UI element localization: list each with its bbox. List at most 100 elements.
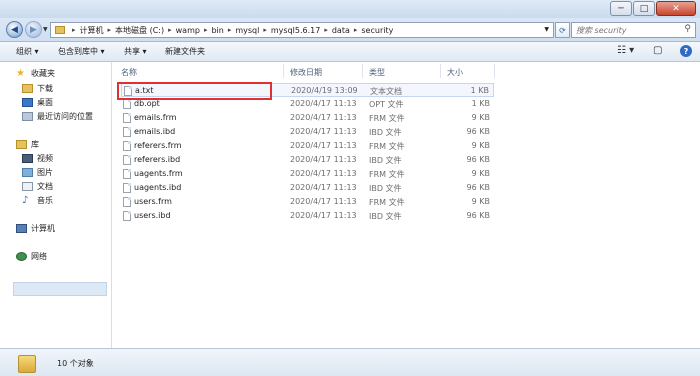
column-header-type[interactable]: 类型 (369, 67, 385, 78)
file-size: 96 KB (466, 155, 490, 164)
file-type: IBD 文件 (369, 184, 402, 193)
nav-pictures[interactable]: 图片 (22, 167, 53, 178)
command-bar: 组织 ▾ 包含到库中 ▾ 共享 ▾ 新建文件夹 ☷ ▾ ▢ ? (0, 42, 700, 62)
file-name: uagents.ibd (134, 183, 182, 192)
file-row[interactable]: referers.frm 2020/4/17 11:13 FRM 文件 9 KB (121, 139, 494, 153)
nav-label: 收藏夹 (31, 69, 55, 78)
column-header-date[interactable]: 修改日期 (290, 67, 322, 78)
address-row: ◀ ▶ ▼ ▸ 计算机 ▸ 本地磁盘 (C:) ▸ wamp ▸ bin ▸ m… (0, 18, 700, 42)
nav-label: 库 (31, 140, 39, 149)
file-row[interactable]: users.frm 2020/4/17 11:13 FRM 文件 9 KB (121, 195, 494, 209)
minimize-button[interactable]: ─ (610, 1, 632, 16)
maximize-button[interactable]: □ (633, 1, 655, 16)
file-date: 2020/4/17 11:13 (290, 141, 357, 150)
preview-pane-icon[interactable]: ▢ (653, 45, 662, 56)
nav-videos[interactable]: 视频 (22, 153, 53, 164)
file-row[interactable]: emails.frm 2020/4/17 11:13 FRM 文件 9 KB (121, 111, 494, 125)
close-button[interactable]: ✕ (656, 1, 696, 16)
column-divider[interactable] (440, 64, 441, 78)
file-row[interactable]: referers.ibd 2020/4/17 11:13 IBD 文件 96 K… (121, 153, 494, 167)
nav-computer[interactable]: 计算机 (16, 223, 55, 234)
file-type: FRM 文件 (369, 114, 405, 123)
breadcrumb-wamp[interactable]: wamp (176, 26, 200, 35)
search-box[interactable]: ⚲ (571, 22, 696, 38)
breadcrumb-separator[interactable]: ▸ (263, 26, 267, 34)
breadcrumb-separator[interactable]: ▸ (354, 26, 358, 34)
breadcrumb-separator[interactable]: ▸ (72, 26, 76, 34)
column-divider[interactable] (362, 64, 363, 78)
breadcrumb-mysql5617[interactable]: mysql5.6.17 (271, 26, 320, 35)
share-menu[interactable]: 共享 ▾ (124, 46, 147, 57)
file-row[interactable]: users.ibd 2020/4/17 11:13 IBD 文件 96 KB (121, 209, 494, 223)
include-in-library-menu[interactable]: 包含到库中 ▾ (58, 46, 105, 57)
file-size: 9 KB (471, 113, 490, 122)
folder-icon (18, 355, 36, 373)
file-date: 2020/4/17 11:13 (290, 169, 357, 178)
breadcrumb-separator[interactable]: ▸ (168, 26, 172, 34)
organize-menu[interactable]: 组织 ▾ (16, 46, 39, 57)
breadcrumb-local-disk[interactable]: 本地磁盘 (C:) (115, 25, 164, 36)
nav-selection-highlight (13, 282, 107, 296)
recent-pages-dropdown-icon[interactable]: ▼ (43, 26, 48, 33)
address-bar[interactable]: ▸ 计算机 ▸ 本地磁盘 (C:) ▸ wamp ▸ bin ▸ mysql ▸… (50, 22, 554, 38)
nav-desktop[interactable]: 桌面 (22, 97, 53, 108)
file-size: 1 KB (471, 99, 490, 108)
network-icon (16, 252, 27, 261)
breadcrumb-separator[interactable]: ▸ (228, 26, 232, 34)
file-row[interactable]: uagents.frm 2020/4/17 11:13 FRM 文件 9 KB (121, 167, 494, 181)
nav-music[interactable]: ♪ 音乐 (22, 195, 53, 206)
nav-network[interactable]: 网络 (16, 251, 47, 262)
back-button[interactable]: ◀ (6, 21, 23, 38)
navigation-pane: ★ 收藏夹 下载 桌面 最近访问的位置 库 视频 图片 文档 ♪ 音乐 计算机 … (0, 62, 112, 348)
column-divider[interactable] (494, 64, 495, 78)
file-date: 2020/4/17 11:13 (290, 99, 357, 108)
file-row[interactable]: emails.ibd 2020/4/17 11:13 IBD 文件 96 KB (121, 125, 494, 139)
nav-label: 图片 (37, 168, 53, 177)
column-header-size[interactable]: 大小 (447, 67, 463, 78)
nav-label: 下载 (37, 84, 53, 93)
column-header-name[interactable]: 名称 (121, 67, 137, 78)
help-icon[interactable]: ? (680, 45, 692, 57)
nav-libraries[interactable]: 库 (16, 139, 39, 150)
nav-label: 音乐 (37, 196, 53, 205)
nav-favorites[interactable]: ★ 收藏夹 (16, 68, 55, 79)
new-folder-button[interactable]: 新建文件夹 (165, 46, 205, 57)
window-controls: ─ □ ✕ (609, 1, 696, 16)
breadcrumb-bin[interactable]: bin (211, 26, 223, 35)
file-name: users.frm (134, 197, 172, 206)
file-icon (123, 127, 131, 137)
search-icon[interactable]: ⚲ (684, 24, 691, 34)
breadcrumb-data[interactable]: data (332, 26, 350, 35)
nav-label: 文档 (37, 182, 53, 191)
file-size: 96 KB (466, 211, 490, 220)
recent-places-icon (22, 112, 33, 121)
nav-documents[interactable]: 文档 (22, 181, 53, 192)
annotation-highlight-box (117, 82, 272, 100)
breadcrumb-separator[interactable]: ▸ (324, 26, 328, 34)
breadcrumb-security[interactable]: security (361, 26, 393, 35)
file-type: FRM 文件 (369, 142, 405, 151)
breadcrumb-separator[interactable]: ▸ (108, 26, 112, 34)
nav-recent-places[interactable]: 最近访问的位置 (22, 111, 93, 122)
file-list: 名称 修改日期 类型 大小 a.txt 2020/4/19 13:09 文本文档… (113, 62, 700, 348)
file-type: IBD 文件 (369, 156, 402, 165)
breadcrumb-computer[interactable]: 计算机 (80, 25, 104, 36)
folder-icon (55, 26, 65, 34)
libraries-icon (16, 140, 27, 149)
file-icon (123, 155, 131, 165)
nav-downloads[interactable]: 下载 (22, 83, 53, 94)
file-date: 2020/4/17 11:13 (290, 127, 357, 136)
file-type: 文本文档 (370, 87, 402, 96)
file-size: 1 KB (470, 86, 489, 95)
breadcrumb-mysql[interactable]: mysql (235, 26, 259, 35)
file-row[interactable]: uagents.ibd 2020/4/17 11:13 IBD 文件 96 KB (121, 181, 494, 195)
breadcrumb-separator[interactable]: ▸ (204, 26, 208, 34)
column-divider[interactable] (283, 64, 284, 78)
view-options-icon[interactable]: ☷ ▾ (617, 45, 634, 56)
file-type: OPT 文件 (369, 100, 404, 109)
address-history-dropdown-icon[interactable]: ▼ (544, 26, 549, 33)
file-size: 9 KB (471, 141, 490, 150)
forward-button[interactable]: ▶ (25, 21, 42, 38)
refresh-button[interactable]: ⟳ (555, 22, 570, 38)
search-input[interactable] (576, 25, 680, 35)
